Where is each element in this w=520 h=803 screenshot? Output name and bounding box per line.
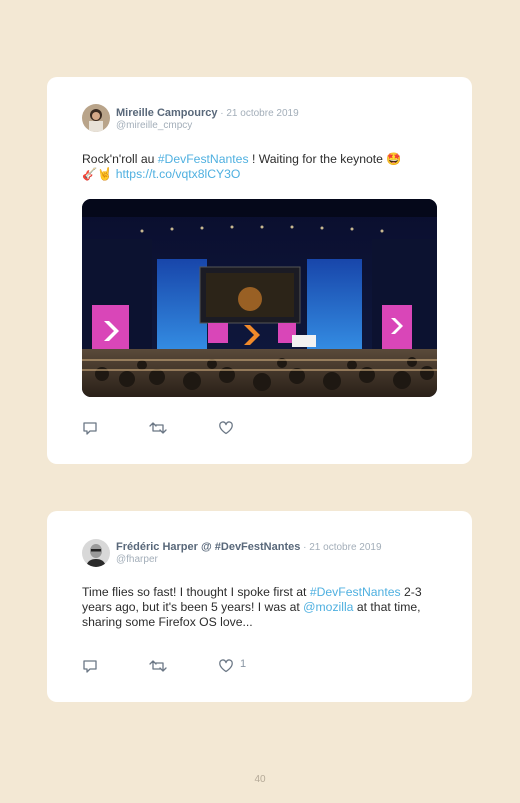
like-icon[interactable]: [218, 658, 234, 674]
tweet-card: Frédéric Harper @ #DevFestNantes · 21 oc…: [47, 511, 472, 702]
author-handle[interactable]: @fharper: [116, 554, 158, 565]
like-count: 1: [240, 658, 247, 670]
hashtag-link[interactable]: #DevFestNantes: [158, 152, 249, 166]
avatar[interactable]: [82, 539, 110, 567]
like-icon[interactable]: [218, 420, 234, 436]
tweet-text-part: Time flies so fast! I thought I spoke fi…: [82, 585, 310, 599]
mention-link[interactable]: @mozilla: [303, 600, 353, 614]
reply-icon[interactable]: [82, 420, 98, 436]
tweet-text-part: ! Waiting for the keynote 🤩: [248, 152, 402, 166]
tweet-date[interactable]: · 21 octobre 2019: [300, 542, 381, 553]
emoji-text: 🎸🤘: [82, 167, 116, 181]
author-name-text[interactable]: Frédéric Harper @ #DevFestNantes: [116, 541, 300, 553]
author-name[interactable]: Frédéric Harper @ #DevFestNantes · 21 oc…: [116, 541, 382, 553]
reply-icon[interactable]: [82, 658, 98, 674]
page-number: 40: [254, 774, 266, 785]
tweet-text-part: Rock'n'roll au: [82, 152, 158, 166]
tweet-text: Rock'n'roll au #DevFestNantes ! Waiting …: [82, 152, 442, 182]
hashtag-link[interactable]: #DevFestNantes: [310, 585, 401, 599]
tweet-actions: [82, 420, 282, 436]
author-name[interactable]: Mireille Campourcy · 21 octobre 2019: [116, 107, 299, 119]
tweet-card: Mireille Campourcy · 21 octobre 2019 @mi…: [47, 77, 472, 464]
tweet-actions: 1: [82, 658, 282, 674]
tweet-date[interactable]: · 21 octobre 2019: [217, 108, 298, 119]
like-button[interactable]: 1: [218, 658, 258, 674]
author-name-text[interactable]: Mireille Campourcy: [116, 107, 217, 119]
avatar[interactable]: [82, 104, 110, 132]
author-handle[interactable]: @mireille_cmpcy: [116, 120, 192, 131]
retweet-icon[interactable]: [149, 420, 167, 436]
tweet-image[interactable]: [82, 199, 437, 397]
retweet-icon[interactable]: [149, 658, 167, 674]
tweet-text: Time flies so fast! I thought I spoke fi…: [82, 585, 442, 630]
url-link[interactable]: https://t.co/vqtx8lCY3O: [116, 167, 241, 181]
